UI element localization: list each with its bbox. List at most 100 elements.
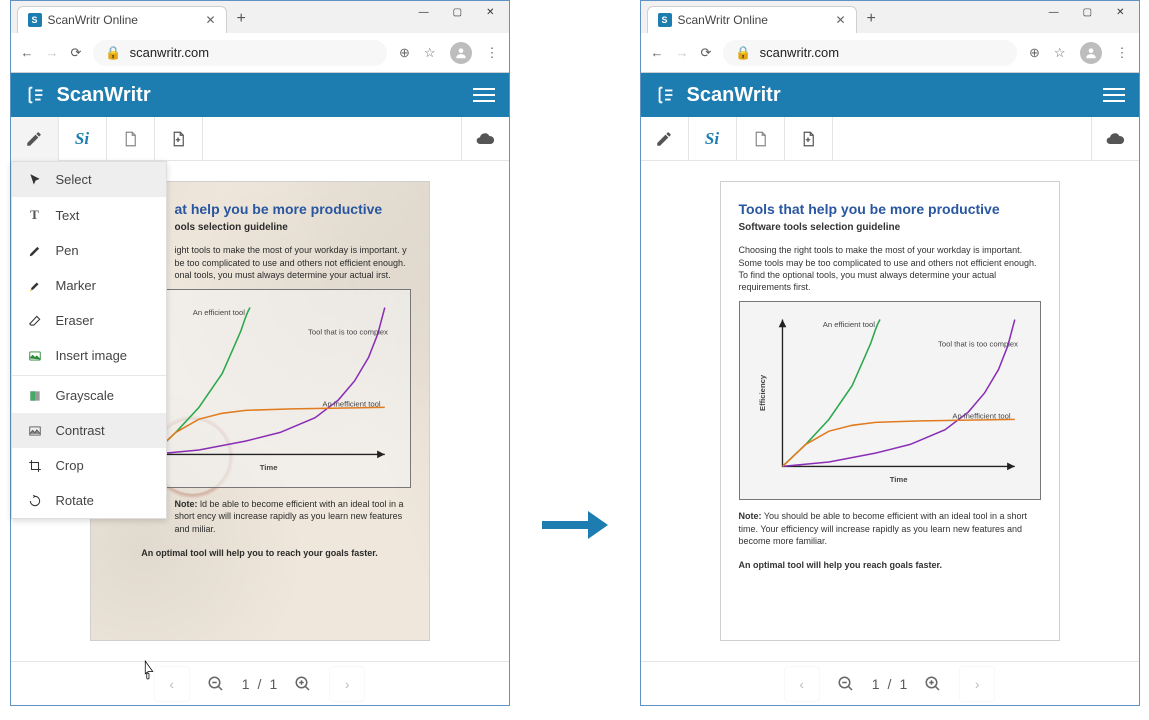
browser-tab[interactable]: S ScanWritr Online ✕ (647, 6, 857, 33)
tool-sign-button[interactable]: Si (689, 117, 737, 161)
menu-item-insert-image[interactable]: Insert image (12, 338, 166, 373)
zoom-out-button[interactable] (198, 666, 234, 702)
new-tab-button[interactable]: + (229, 5, 254, 33)
menu-item-contrast[interactable]: Contrast (12, 413, 166, 448)
grayscale-icon (26, 389, 44, 403)
profile-avatar[interactable] (450, 42, 472, 64)
bookmark-icon[interactable]: ☆ (424, 45, 436, 61)
pager-sep: / (888, 676, 892, 692)
text-icon: T (26, 207, 44, 223)
menu-separator (12, 375, 166, 376)
zoom-hint-icon[interactable]: ⊕ (399, 45, 410, 61)
minimize-icon[interactable]: — (419, 7, 429, 18)
kebab-menu-icon[interactable]: ⋮ (1116, 45, 1129, 61)
menu-item-eraser[interactable]: Eraser (12, 303, 166, 338)
app-name: ScanWritr (687, 84, 781, 107)
tool-cloud-button[interactable] (461, 117, 509, 161)
svg-text:Tool that is too complex: Tool that is too complex (307, 327, 387, 336)
favicon-icon: S (658, 13, 672, 27)
maximize-icon[interactable]: ▢ (1083, 7, 1092, 18)
menu-item-crop[interactable]: Crop (12, 448, 166, 483)
svg-text:Time: Time (889, 475, 907, 484)
nav-back-icon[interactable]: ← (21, 45, 34, 60)
doc-note-label: Note: (175, 499, 198, 509)
doc-optimal-line: An optimal tool will help you reach goal… (739, 559, 1041, 571)
doc-note-body: ld be able to become efficient with an i… (175, 499, 404, 533)
menu-label: Grayscale (56, 388, 115, 403)
maximize-icon[interactable]: ▢ (453, 7, 462, 18)
doc-subtitle: Software tools selection guideline (739, 221, 1041, 235)
nav-back-icon[interactable]: ← (651, 45, 664, 60)
zoom-out-button[interactable] (828, 666, 864, 702)
tools-row: Si (641, 117, 1139, 161)
hamburger-menu-icon[interactable] (473, 88, 495, 102)
tab-title: ScanWritr Online (48, 13, 138, 27)
svg-text:An efficient tool: An efficient tool (822, 320, 875, 329)
zoom-hint-icon[interactable]: ⊕ (1029, 45, 1040, 61)
hamburger-menu-icon[interactable] (1103, 88, 1125, 102)
pager-bar: ‹ 1 / 1 › (641, 661, 1139, 705)
image-icon (26, 349, 44, 363)
tool-cloud-button[interactable] (1091, 117, 1139, 161)
tool-page-button[interactable] (107, 117, 155, 161)
close-icon[interactable]: ✕ (1116, 7, 1124, 18)
browser-window-after: S ScanWritr Online ✕ + — ▢ ✕ ← → ⟳ 🔒 sca… (640, 0, 1140, 706)
menu-label: Rotate (56, 493, 94, 508)
menu-item-pen[interactable]: Pen (12, 233, 166, 268)
pager-next-button[interactable]: › (959, 666, 995, 702)
reload-icon[interactable]: ⟳ (71, 45, 82, 61)
bookmark-icon[interactable]: ☆ (1054, 45, 1066, 61)
tool-edit-button[interactable] (11, 117, 59, 161)
pager-prev-button[interactable]: ‹ (784, 666, 820, 702)
menu-item-text[interactable]: T Text (12, 197, 166, 233)
menu-item-rotate[interactable]: Rotate (12, 483, 166, 518)
lock-icon: 🔒 (735, 45, 751, 61)
tab-close-icon[interactable]: ✕ (205, 13, 215, 27)
new-tab-button[interactable]: + (859, 5, 884, 33)
pager-next-button[interactable]: › (329, 666, 365, 702)
menu-label: Eraser (56, 313, 94, 328)
crop-icon (26, 459, 44, 473)
rotate-icon (26, 494, 44, 508)
doc-paragraph: Choosing the right tools to make the mos… (739, 244, 1041, 293)
menu-label: Marker (56, 278, 96, 293)
browser-tab[interactable]: S ScanWritr Online ✕ (17, 6, 227, 33)
pen-icon (26, 244, 44, 258)
url-text: scanwritr.com (130, 45, 209, 60)
tab-close-icon[interactable]: ✕ (835, 13, 845, 27)
zoom-in-button[interactable] (915, 666, 951, 702)
tool-edit-button[interactable] (641, 117, 689, 161)
tool-add-page-button[interactable] (155, 117, 203, 161)
url-input[interactable]: 🔒 scanwritr.com (93, 40, 387, 66)
zoom-in-button[interactable] (285, 666, 321, 702)
reload-icon[interactable]: ⟳ (701, 45, 712, 61)
doc-subtitle: ools selection guideline (175, 221, 411, 235)
cursor-icon (26, 173, 44, 187)
tab-title: ScanWritr Online (678, 13, 768, 27)
tool-sign-button[interactable]: Si (59, 117, 107, 161)
profile-avatar[interactable] (1080, 42, 1102, 64)
doc-optimal-line: An optimal tool will help you to reach y… (109, 547, 411, 559)
marker-icon (26, 279, 44, 293)
doc-note-label: Note: (739, 511, 762, 521)
doc-paragraph: ight tools to make the most of your work… (175, 244, 411, 280)
menu-item-select[interactable]: Select (12, 162, 166, 197)
app-header: ScanWritr (11, 73, 509, 117)
minimize-icon[interactable]: — (1049, 7, 1059, 18)
url-input[interactable]: 🔒 scanwritr.com (723, 40, 1017, 66)
tool-add-page-button[interactable] (785, 117, 833, 161)
pager-prev-button[interactable]: ‹ (154, 666, 190, 702)
window-controls: — ▢ ✕ (419, 1, 503, 18)
browser-window-before: S ScanWritr Online ✕ + — ▢ ✕ ← → ⟳ 🔒 sca… (10, 0, 510, 706)
menu-label: Crop (56, 458, 84, 473)
menu-label: Pen (56, 243, 79, 258)
tool-page-button[interactable] (737, 117, 785, 161)
kebab-menu-icon[interactable]: ⋮ (486, 45, 499, 61)
menu-item-grayscale[interactable]: Grayscale (12, 378, 166, 413)
menu-item-marker[interactable]: Marker (12, 268, 166, 303)
menu-label: Text (56, 208, 80, 223)
document-page-clean[interactable]: Tools that help you be more productive S… (720, 181, 1060, 641)
eraser-icon (26, 314, 44, 328)
window-controls: — ▢ ✕ (1049, 1, 1133, 18)
close-icon[interactable]: ✕ (486, 7, 494, 18)
